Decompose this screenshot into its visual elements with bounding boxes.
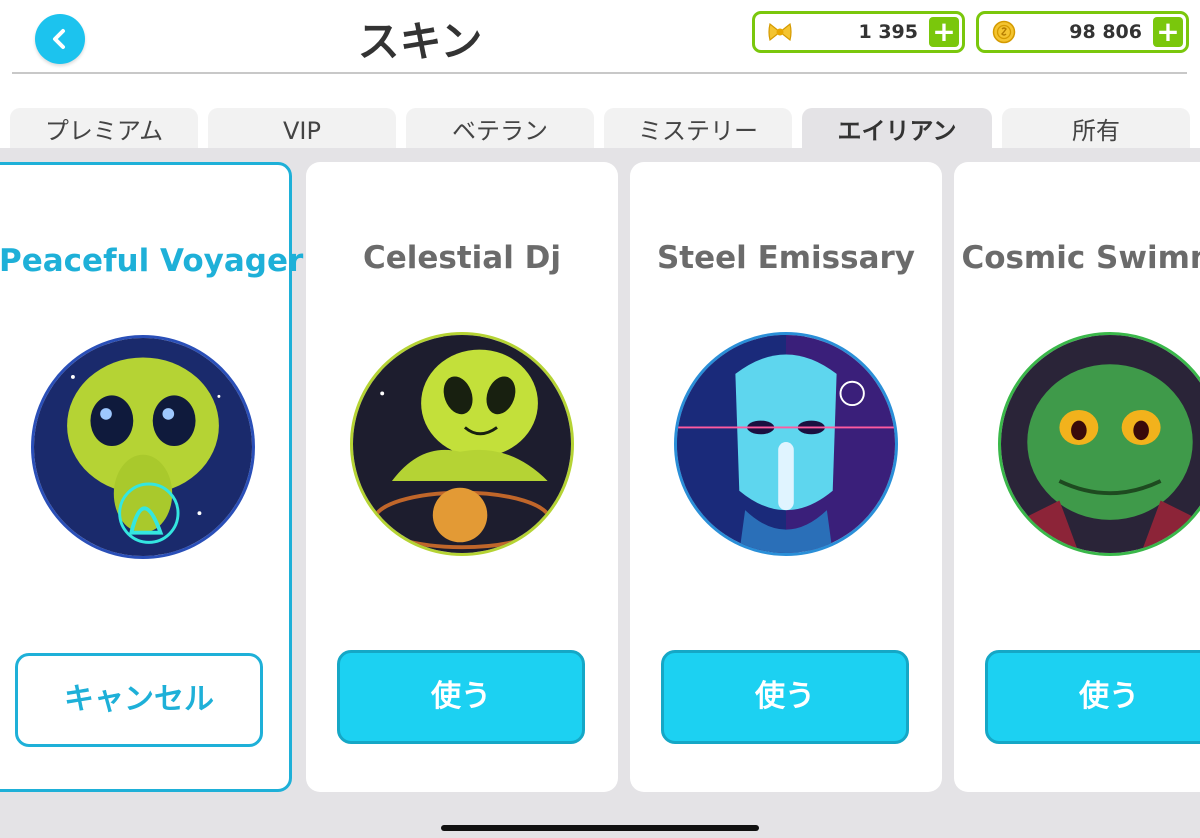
add-coins-button[interactable]: + [1153,17,1183,47]
category-tabs: プレミアム VIP ベテラン ミステリー エイリアン 所有 [0,108,1200,150]
tab-premium[interactable]: プレミアム [10,108,198,150]
skin-name: Peaceful Voyager [0,243,304,279]
gold-coin-icon [992,20,1016,44]
skin-name: Steel Emissary [656,240,916,276]
skin-card-peaceful-voyager[interactable]: Peaceful Voyager キャンセル [0,162,304,792]
skins-carousel[interactable]: Peaceful Voyager キャンセル Celestial Dj 使う S… [0,148,1200,838]
gold-bow-icon [768,22,792,42]
add-bows-button[interactable]: + [929,17,959,47]
currency-coins-value: 98 806 [1069,21,1142,43]
tab-veteran[interactable]: ベテラン [406,108,594,150]
skin-card-steel-emissary[interactable]: Steel Emissary 使う [630,162,942,792]
skin-portrait [350,332,574,556]
skin-portrait [998,332,1200,556]
skin-name: Celestial Dj [362,240,562,276]
tab-vip[interactable]: VIP [208,108,396,150]
back-button[interactable] [35,14,85,64]
currency-coins: 98 806 + [976,11,1189,53]
chevron-left-icon [53,29,65,49]
cancel-button[interactable]: キャンセル [15,653,263,747]
skin-portrait [31,335,255,559]
use-button[interactable]: 使う [985,650,1200,744]
skin-card-cosmic-swimmer[interactable]: Cosmic Swimmer 使う [954,162,1200,792]
skin-card-celestial-dj[interactable]: Celestial Dj 使う [306,162,618,792]
header-divider [12,72,1187,74]
page-title: スキン [357,17,483,66]
tab-owned[interactable]: 所有 [1002,108,1190,150]
skin-portrait [674,332,898,556]
skin-name: Cosmic Swimmer [961,240,1200,276]
home-indicator[interactable] [441,825,759,831]
tab-alien[interactable]: エイリアン [802,108,992,150]
tab-mystery[interactable]: ミステリー [604,108,792,150]
use-button[interactable]: 使う [337,650,585,744]
currency-bows-value: 1 395 [858,21,919,43]
currency-bows: 1 395 + [752,11,965,53]
use-button[interactable]: 使う [661,650,909,744]
